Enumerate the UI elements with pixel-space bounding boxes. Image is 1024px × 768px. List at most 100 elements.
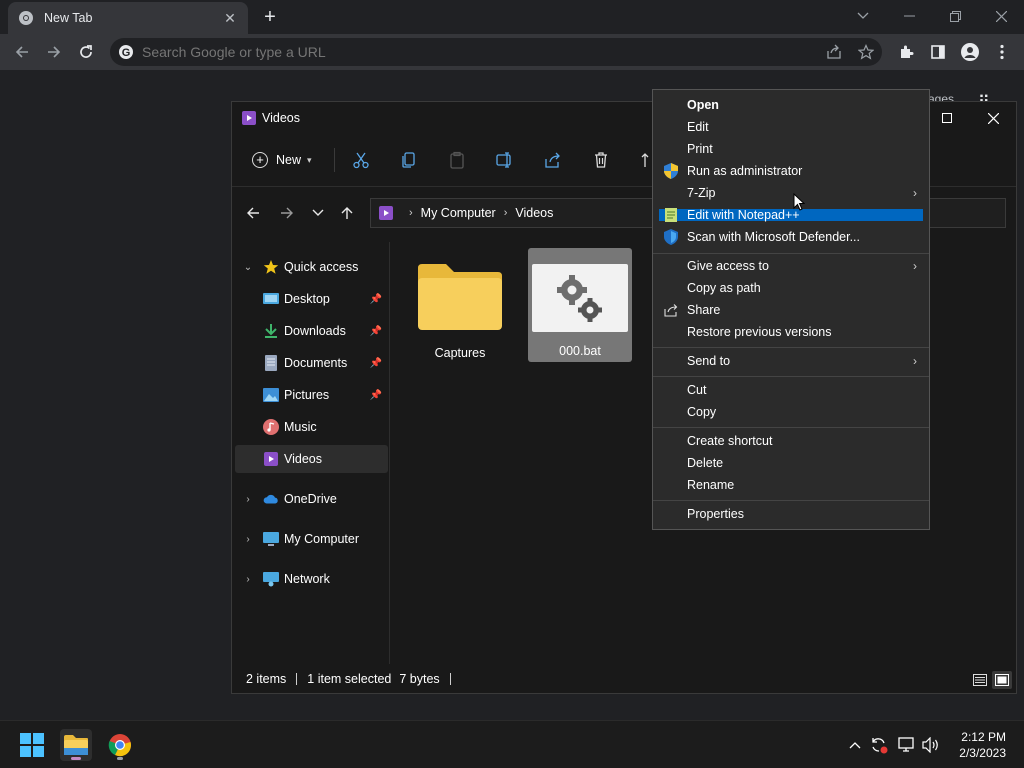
menu-item-copy[interactable]: Copy <box>659 402 923 422</box>
restore-button[interactable] <box>932 0 978 32</box>
menu-item-edit-with-notepad[interactable]: Edit with Notepad++ <box>659 207 923 223</box>
sidebar-item-videos[interactable]: Videos <box>235 445 388 473</box>
reload-icon[interactable] <box>74 40 98 64</box>
chevron-right-icon[interactable]: › <box>504 207 508 219</box>
sidebar-item-label: OneDrive <box>284 492 337 506</box>
extensions-icon[interactable] <box>894 40 918 64</box>
star-icon <box>263 259 279 275</box>
taskbar-chrome[interactable] <box>104 729 136 761</box>
omnibox-input[interactable] <box>142 44 802 60</box>
chevron-right-icon[interactable]: › <box>241 494 255 505</box>
breadcrumb-videos[interactable]: Videos <box>515 206 553 220</box>
volume-icon[interactable] <box>921 735 941 755</box>
profile-avatar-icon[interactable] <box>958 40 982 64</box>
pin-icon[interactable]: 📌 <box>370 358 382 369</box>
google-icon: G <box>119 45 133 59</box>
sidebar-item-desktop[interactable]: Desktop 📌 <box>235 285 388 313</box>
maximize-button[interactable] <box>932 108 962 128</box>
sidebar-item-pictures[interactable]: Pictures 📌 <box>235 381 388 409</box>
uac-shield-icon <box>663 163 679 179</box>
downloads-icon <box>263 323 279 339</box>
sidebar-item-label: Music <box>284 420 317 434</box>
close-tab-icon[interactable]: ✕ <box>222 10 238 26</box>
delete-icon[interactable] <box>589 148 613 172</box>
details-view-icon[interactable] <box>970 671 990 689</box>
menu-item-open[interactable]: Open <box>659 95 923 115</box>
sidebar-item-downloads[interactable]: Downloads 📌 <box>235 317 388 345</box>
chrome-menu-icon[interactable] <box>990 40 1014 64</box>
sidebar-item-quick-access[interactable]: ⌄ Quick access <box>235 253 388 281</box>
large-icons-view-icon[interactable] <box>992 671 1012 689</box>
breadcrumb-my-computer[interactable]: My Computer <box>421 206 496 220</box>
defender-shield-icon <box>663 229 679 245</box>
chevron-right-icon[interactable]: › <box>241 574 255 585</box>
menu-item-scan-defender[interactable]: Scan with Microsoft Defender... <box>659 227 923 247</box>
back-icon[interactable] <box>10 40 34 64</box>
forward-icon[interactable] <box>42 40 66 64</box>
sidebar-item-documents[interactable]: Documents 📌 <box>235 349 388 377</box>
pin-icon[interactable]: 📌 <box>370 326 382 337</box>
menu-item-rename[interactable]: Rename <box>659 475 923 495</box>
up-arrow-icon[interactable] <box>336 202 358 224</box>
menu-item-run-as-administrator[interactable]: Run as administrator <box>659 161 923 181</box>
chevron-right-icon[interactable]: › <box>241 534 255 545</box>
sidebar-item-network[interactable]: › Network <box>235 565 388 593</box>
forward-arrow-icon[interactable] <box>276 202 298 224</box>
new-tab-button[interactable]: + <box>258 6 282 28</box>
start-button[interactable] <box>16 729 48 761</box>
omnibox[interactable]: G <box>110 38 882 66</box>
menu-item-edit[interactable]: Edit <box>659 117 923 137</box>
menu-item-7zip[interactable]: 7-Zip › <box>659 183 923 203</box>
clock[interactable]: 2:12 PM 2/3/2023 <box>959 729 1006 761</box>
back-arrow-icon[interactable] <box>242 202 264 224</box>
chevron-right-icon[interactable]: › <box>409 207 413 219</box>
copy-icon[interactable] <box>397 148 421 172</box>
sidebar-item-music[interactable]: Music <box>235 413 388 441</box>
close-button[interactable] <box>978 108 1008 128</box>
bookmark-star-icon[interactable] <box>854 40 878 64</box>
chevron-right-icon: › <box>913 186 917 200</box>
menu-item-properties[interactable]: Properties <box>659 504 923 524</box>
paste-icon[interactable] <box>445 148 469 172</box>
close-window-button[interactable] <box>978 0 1024 32</box>
rename-icon[interactable] <box>493 148 517 172</box>
menu-item-create-shortcut[interactable]: Create shortcut <box>659 431 923 451</box>
minimize-button[interactable] <box>886 0 932 32</box>
notepad-plus-plus-icon <box>663 207 679 223</box>
sidebar-item-my-computer[interactable]: › My Computer <box>235 525 388 553</box>
show-hidden-icons-chevron-icon[interactable] <box>845 735 865 755</box>
menu-item-give-access-to[interactable]: Give access to › <box>659 256 923 276</box>
recent-locations-chevron-icon[interactable] <box>307 202 329 224</box>
pin-icon[interactable]: 📌 <box>370 294 382 305</box>
menu-item-print[interactable]: Print <box>659 139 923 159</box>
share-file-icon[interactable] <box>541 148 565 172</box>
menu-item-copy-as-path[interactable]: Copy as path <box>659 278 923 298</box>
tab-new-tab[interactable]: New Tab ✕ <box>8 2 248 34</box>
file-item-captures[interactable]: Captures <box>408 250 512 364</box>
sync-error-icon[interactable] <box>869 735 889 755</box>
menu-item-cut[interactable]: Cut <box>659 380 923 400</box>
sidebar-item-onedrive[interactable]: › OneDrive <box>235 485 388 513</box>
sidebar-item-label: Downloads <box>284 324 346 338</box>
divider <box>449 673 451 685</box>
cut-icon[interactable] <box>349 148 373 172</box>
side-panel-icon[interactable] <box>926 40 950 64</box>
plus-icon: + <box>252 152 268 168</box>
windows-logo-icon <box>20 733 44 757</box>
menu-item-send-to[interactable]: Send to › <box>659 351 923 371</box>
chevron-down-icon[interactable]: ⌄ <box>241 262 255 273</box>
menu-item-delete[interactable]: Delete <box>659 453 923 473</box>
share-icon[interactable] <box>822 40 846 64</box>
menu-item-share[interactable]: Share <box>659 300 923 320</box>
taskbar-file-explorer[interactable] <box>60 729 92 761</box>
videos-folder-icon <box>379 206 393 220</box>
menu-item-restore-previous-versions[interactable]: Restore previous versions <box>659 322 923 342</box>
file-item-000-bat[interactable]: 000.bat <box>528 248 632 362</box>
network-status-icon[interactable] <box>897 735 917 755</box>
new-button[interactable]: + New ▾ <box>252 152 312 168</box>
sidebar-item-label: My Computer <box>284 532 360 546</box>
folder-icon <box>418 264 502 330</box>
sidebar-item-label: Desktop <box>284 292 330 306</box>
tab-search-icon[interactable] <box>840 0 886 32</box>
pin-icon[interactable]: 📌 <box>370 390 382 401</box>
